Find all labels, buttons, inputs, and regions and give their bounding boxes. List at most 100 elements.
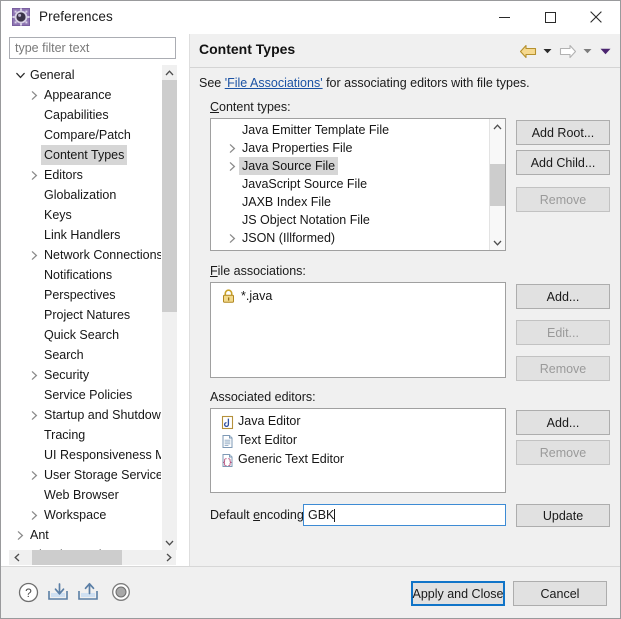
content-type-row[interactable]: Java Properties File	[211, 139, 491, 157]
page-title: Content Types	[199, 41, 295, 57]
content-types-list[interactable]: Java Emitter Template FileJava Propertie…	[210, 118, 506, 251]
back-dropdown-chevron-down-icon[interactable]	[541, 43, 553, 59]
file-associations-list[interactable]: *.java	[210, 282, 506, 378]
associated-editor-row[interactable]: Text Editor	[211, 431, 501, 450]
associated-editor-row[interactable]: {}Generic Text Editor	[211, 450, 501, 469]
scroll-up-icon[interactable]	[162, 65, 177, 80]
sidebar-item-compare-patch[interactable]: Compare/Patch	[9, 125, 161, 145]
sidebar-hscrollbar-thumb[interactable]	[32, 550, 122, 565]
sidebar-item-network-connections[interactable]: Network Connections	[9, 245, 161, 265]
sidebar-item-quick-search[interactable]: Quick Search	[9, 325, 161, 345]
lock-icon	[220, 288, 236, 304]
sidebar-scrollbar-thumb[interactable]	[162, 80, 177, 312]
chevron-right-icon[interactable]	[225, 157, 239, 175]
sidebar-horizontal-scrollbar[interactable]	[9, 550, 176, 565]
sidebar-item-label: Appearance	[41, 85, 114, 105]
restore-defaults-icon[interactable]	[108, 579, 134, 605]
default-encoding-input[interactable]: GBK	[303, 504, 506, 526]
sidebar-item-keys[interactable]: Keys	[9, 205, 161, 225]
update-encoding-button[interactable]: Update	[516, 504, 610, 527]
content-type-row[interactable]: JSP	[211, 247, 491, 251]
sidebar-item-label: Compare/Patch	[41, 125, 134, 145]
page-header: Content Types	[190, 34, 621, 68]
file-associations-label-rest: ile associations:	[218, 264, 306, 278]
cancel-button[interactable]: Cancel	[513, 581, 607, 606]
content-type-row[interactable]: JavaScript Source File	[211, 175, 491, 193]
apply-and-close-button[interactable]: Apply and Close	[411, 581, 505, 606]
chevron-right-icon[interactable]	[27, 505, 41, 525]
sidebar-item-label: Project Natures	[41, 305, 133, 325]
forward-arrow-icon[interactable]	[559, 43, 577, 59]
help-icon[interactable]: ?	[15, 579, 41, 605]
chevron-right-icon[interactable]	[27, 365, 41, 385]
sidebar-item-notifications[interactable]: Notifications	[9, 265, 161, 285]
add-root-button[interactable]: Add Root...	[516, 120, 610, 145]
sidebar-item-project-natures[interactable]: Project Natures	[9, 305, 161, 325]
scroll-down-icon[interactable]	[162, 535, 177, 550]
add-file-association-button[interactable]: Add...	[516, 284, 610, 309]
content-types-label-rest: ontent types:	[219, 100, 291, 114]
scroll-left-icon[interactable]	[9, 550, 24, 565]
add-associated-editor-button[interactable]: Add...	[516, 410, 610, 435]
sidebar-item-workspace[interactable]: Workspace	[9, 505, 161, 525]
chevron-right-icon[interactable]	[27, 165, 41, 185]
chevron-right-icon[interactable]	[225, 139, 239, 157]
preferences-sidebar: GeneralAppearanceCapabilitiesCompare/Pat…	[1, 34, 188, 566]
chevron-right-icon[interactable]	[225, 247, 239, 251]
default-encoding-label-b: ncoding:	[260, 508, 307, 522]
import-icon[interactable]	[45, 579, 71, 605]
associated-editors-list[interactable]: Java EditorText Editor{}Generic Text Edi…	[210, 408, 506, 493]
add-child-button[interactable]: Add Child...	[516, 150, 610, 175]
back-arrow-icon[interactable]	[519, 43, 537, 59]
chevron-right-icon[interactable]	[27, 465, 41, 485]
chevron-right-icon[interactable]	[225, 229, 239, 247]
scroll-up-icon[interactable]	[490, 119, 505, 134]
sidebar-item-perspectives[interactable]: Perspectives	[9, 285, 161, 305]
scroll-right-icon[interactable]	[161, 550, 176, 565]
sidebar-item-startup-and-shutdown[interactable]: Startup and Shutdown	[9, 405, 161, 425]
content-type-row[interactable]: Java Source File	[211, 157, 491, 175]
sidebar-item-search[interactable]: Search	[9, 345, 161, 365]
content-type-row[interactable]: JS Object Notation File	[211, 211, 491, 229]
sidebar-item-ant[interactable]: Ant	[9, 525, 161, 545]
page-menu-chevron-down-icon[interactable]	[599, 43, 611, 59]
associated-editor-row[interactable]: Java Editor	[211, 412, 501, 431]
sidebar-item-security[interactable]: Security	[9, 365, 161, 385]
sidebar-item-editors[interactable]: Editors	[9, 165, 161, 185]
content-type-row[interactable]: JSON (Illformed)	[211, 229, 491, 247]
content-types-scrollbar-thumb[interactable]	[490, 164, 505, 206]
close-button[interactable]	[573, 1, 619, 33]
minimize-button[interactable]	[481, 1, 527, 33]
sidebar-item-ui-responsiveness-monitoring[interactable]: UI Responsiveness Monitoring	[9, 445, 161, 465]
sidebar-item-service-policies[interactable]: Service Policies	[9, 385, 161, 405]
chevron-right-icon[interactable]	[27, 245, 41, 265]
sidebar-item-content-types[interactable]: Content Types	[9, 145, 161, 165]
content-type-row[interactable]: JAXB Index File	[211, 193, 491, 211]
preferences-tree[interactable]: GeneralAppearanceCapabilitiesCompare/Pat…	[9, 65, 176, 550]
sidebar-item-web-browser[interactable]: Web Browser	[9, 485, 161, 505]
sidebar-item-appearance[interactable]: Appearance	[9, 85, 161, 105]
sidebar-item-globalization[interactable]: Globalization	[9, 185, 161, 205]
export-icon[interactable]	[75, 579, 101, 605]
scroll-down-icon[interactable]	[490, 235, 505, 250]
file-associations-link[interactable]: 'File Associations'	[225, 76, 323, 90]
sidebar-item-tracing[interactable]: Tracing	[9, 425, 161, 445]
sidebar-vertical-scrollbar[interactable]	[161, 65, 177, 550]
content-type-row[interactable]: Java Emitter Template File	[211, 121, 491, 139]
chevron-right-icon[interactable]	[27, 85, 41, 105]
chevron-right-icon[interactable]	[27, 405, 41, 425]
sidebar-item-user-storage-service[interactable]: User Storage Service	[9, 465, 161, 485]
forward-dropdown-chevron-down-icon[interactable]	[581, 43, 593, 59]
file-association-row[interactable]: *.java	[211, 286, 501, 306]
sidebar-item-label: Tracing	[41, 425, 88, 445]
filter-input[interactable]	[9, 37, 176, 59]
content-types-label: Content types:	[210, 100, 291, 114]
svg-text:{}: {}	[222, 457, 232, 467]
content-types-scrollbar[interactable]	[489, 119, 505, 250]
chevron-right-icon[interactable]	[13, 525, 27, 545]
chevron-down-icon[interactable]	[13, 65, 27, 85]
sidebar-item-general[interactable]: General	[9, 65, 161, 85]
maximize-button[interactable]	[527, 1, 573, 33]
sidebar-item-capabilities[interactable]: Capabilities	[9, 105, 161, 125]
sidebar-item-link-handlers[interactable]: Link Handlers	[9, 225, 161, 245]
